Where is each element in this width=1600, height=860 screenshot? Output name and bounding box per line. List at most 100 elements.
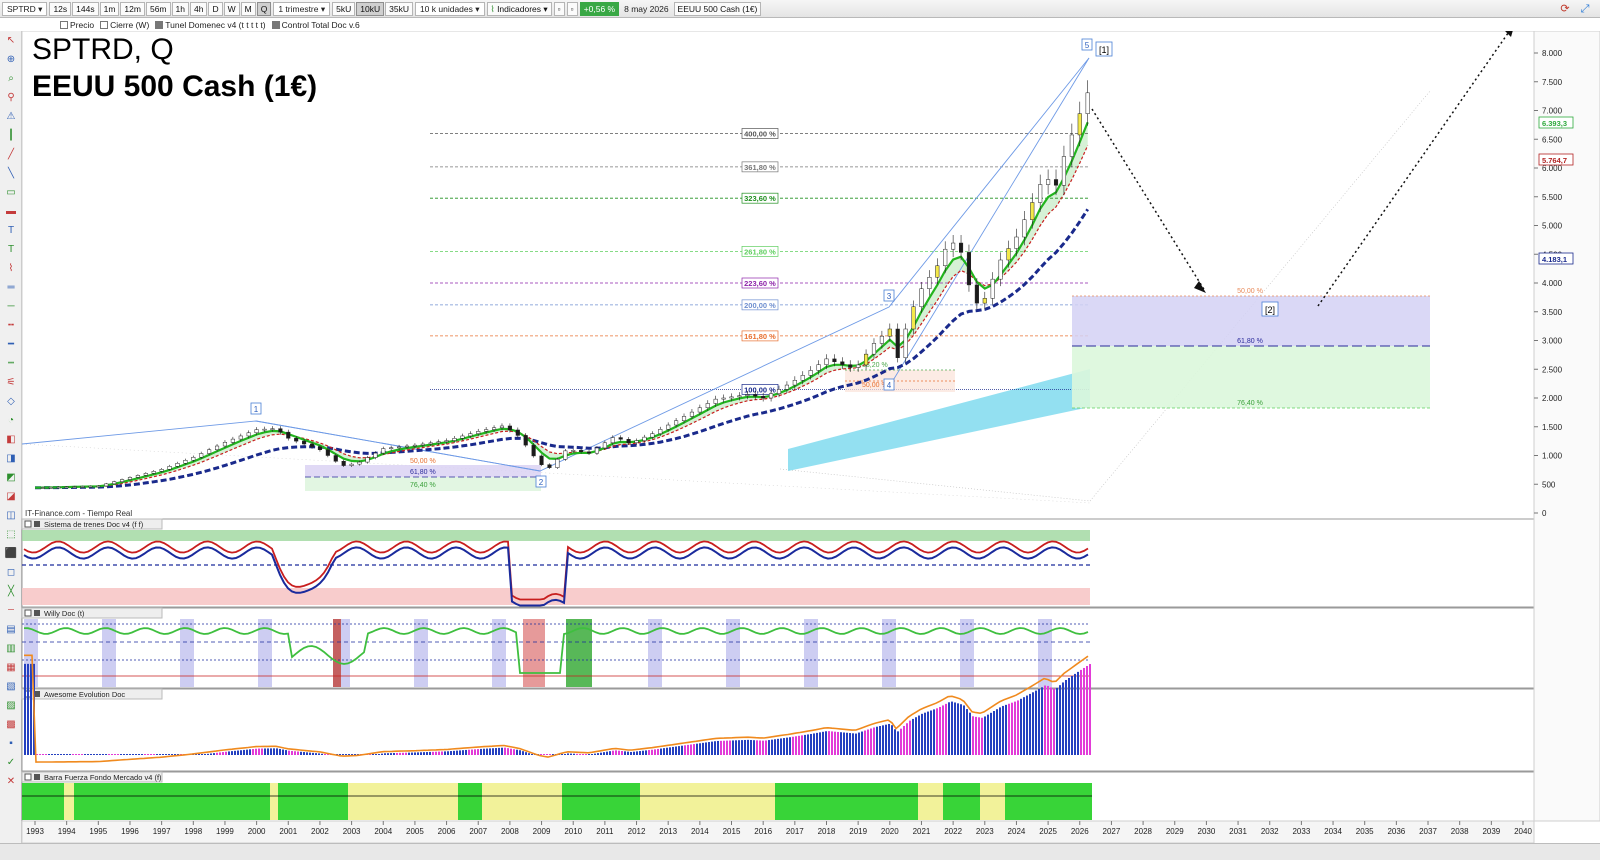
awesome-bar	[402, 752, 404, 755]
awesome-bar	[1047, 685, 1049, 755]
period-selector[interactable]: 1 trimestre ▾	[273, 1, 331, 16]
instrument-tag[interactable]: EEUU 500 Cash (1€)	[673, 1, 762, 16]
units-selector[interactable]: 10 k unidades ▾	[414, 1, 485, 16]
target-label: 50,00 %	[1237, 288, 1263, 295]
interval-button-1h[interactable]: 1h	[171, 1, 189, 16]
target-zone-lower[interactable]	[1072, 346, 1430, 408]
check-tunel[interactable]: Tunel Domenec v4 (t t t t t)	[155, 20, 266, 30]
awesome-bar	[615, 750, 617, 755]
awesome-bar	[414, 752, 416, 755]
time-axis-label: 1994	[58, 827, 76, 836]
awesome-bar	[444, 751, 446, 755]
awesome-bar	[93, 754, 95, 755]
checkbox-icon[interactable]	[24, 609, 32, 617]
check-price[interactable]: Precio	[60, 20, 94, 30]
interval-button-q[interactable]: Q	[256, 1, 272, 16]
awesome-bar	[276, 748, 278, 755]
candle-body	[389, 447, 394, 449]
candle-body	[120, 479, 125, 482]
expand-icon[interactable]: ⤢	[1578, 2, 1592, 16]
candle-body	[563, 450, 568, 460]
interval-button-56m[interactable]: 56m	[145, 1, 171, 16]
candle-body	[935, 265, 940, 278]
time-axis-label: 2027	[1103, 827, 1121, 836]
awesome-bar	[261, 748, 263, 755]
awesome-bar	[966, 709, 968, 755]
indicator-panel-2[interactable]: Willy Doc (t)-0,1298-25-50-75-100	[21, 607, 1567, 689]
awesome-bar	[663, 748, 665, 755]
time-axis-label: 2035	[1356, 827, 1374, 836]
unit-button-10ku[interactable]: 10kU	[356, 1, 385, 16]
awesome-bar	[699, 743, 701, 755]
price-axis-label: 1.500	[1542, 423, 1563, 432]
awesome-bar	[480, 748, 482, 755]
interval-button-144s[interactable]: 144s	[72, 1, 99, 16]
chart-area[interactable]: 400,00 %361,80 %323,60 %261,80 %223,60 %…	[0, 31, 1600, 843]
interval-button-d[interactable]: D	[208, 1, 223, 16]
awesome-bar	[213, 753, 215, 755]
price-axis[interactable]: 8.0007.5007.0006.5006.0005.5005.0004.500…	[1533, 31, 1600, 822]
unit-button-35ku[interactable]: 35kU	[385, 1, 413, 16]
checkbox-icon[interactable]	[24, 520, 32, 528]
awesome-bar	[84, 754, 86, 755]
check-close[interactable]: Cierre (W)	[100, 20, 149, 30]
indicators-button[interactable]: ⌇ Indicadores ▾	[486, 1, 552, 16]
candle-body	[911, 306, 916, 330]
wave-marker-label: 1	[254, 405, 259, 414]
awesome-bar	[963, 705, 965, 755]
awesome-bar	[696, 743, 698, 755]
strength-bar	[918, 783, 943, 820]
awesome-bar	[834, 731, 836, 755]
awesome-bar	[960, 704, 962, 755]
awesome-bar	[492, 748, 494, 755]
toggle-button-a[interactable]: ▫	[553, 1, 565, 16]
time-axis-label: 1993	[26, 827, 44, 836]
awesome-bar	[309, 752, 311, 755]
unit-button-5ku[interactable]: 5kU	[332, 1, 356, 16]
candle-body	[539, 455, 544, 465]
checkbox-icon[interactable]	[24, 773, 32, 781]
awesome-bar	[522, 751, 524, 755]
willy-band	[1038, 619, 1052, 687]
checkbox-icon[interactable]	[34, 610, 40, 616]
awesome-bar	[324, 754, 326, 755]
toggle-button-b[interactable]: ▫	[566, 1, 578, 16]
interval-button-w[interactable]: W	[223, 1, 240, 16]
time-axis-label: 2021	[913, 827, 931, 836]
candle-body	[721, 397, 726, 400]
awesome-bar	[198, 754, 200, 755]
check-control[interactable]: Control Total Doc v.6	[271, 20, 360, 30]
checkbox-icon[interactable]	[34, 774, 40, 780]
interval-button-4h[interactable]: 4h	[189, 1, 208, 16]
candle-body	[642, 436, 647, 441]
awesome-bar	[876, 726, 878, 755]
price-axis-label: 2.500	[1542, 365, 1563, 374]
interval-button-m[interactable]: M	[240, 1, 256, 16]
time-axis-label: 2004	[374, 827, 392, 836]
refresh-icon[interactable]: ⟳	[1558, 2, 1572, 16]
strength-bar	[458, 783, 482, 820]
interval-button-12m[interactable]: 12m	[120, 1, 145, 16]
awesome-bar	[273, 748, 275, 755]
candle-body	[1053, 179, 1059, 186]
price-panel[interactable]: 400,00 %361,80 %323,60 %261,80 %223,60 %…	[21, 31, 1535, 520]
symbol-selector[interactable]: SPTRD ▾	[2, 1, 48, 16]
interval-button-12s[interactable]: 12s	[49, 1, 72, 16]
interval-button-1m[interactable]: 1m	[99, 1, 120, 16]
candle-body	[1077, 113, 1082, 136]
awesome-bar	[576, 753, 578, 755]
awesome-bar	[573, 753, 575, 755]
checkbox-icon[interactable]	[34, 521, 40, 527]
awesome-bar	[96, 754, 98, 755]
awesome-bar	[603, 752, 605, 755]
time-axis-label: 2014	[691, 827, 709, 836]
indicator-panel-1[interactable]: Sistema de trenes Doc v4 (f f)91,7078050…	[21, 518, 1565, 608]
time-axis[interactable]: 1993 1994 1995 1996 1997 1998 1999 2000 2001 2002…	[21, 820, 1535, 843]
awesome-bar	[666, 747, 668, 755]
indicator-panels: Sistema de trenes Doc v4 (f f)91,7078050…	[21, 518, 1567, 822]
indicator-panel-4[interactable]: Barra Fuerza Fondo Mercado v4 (f)0,5050,…	[21, 771, 1565, 822]
time-axis-label: 2026	[1071, 827, 1089, 836]
time-axis-label: 2029	[1166, 827, 1184, 836]
candle-body	[1085, 92, 1090, 114]
time-axis-label: 2019	[849, 827, 867, 836]
